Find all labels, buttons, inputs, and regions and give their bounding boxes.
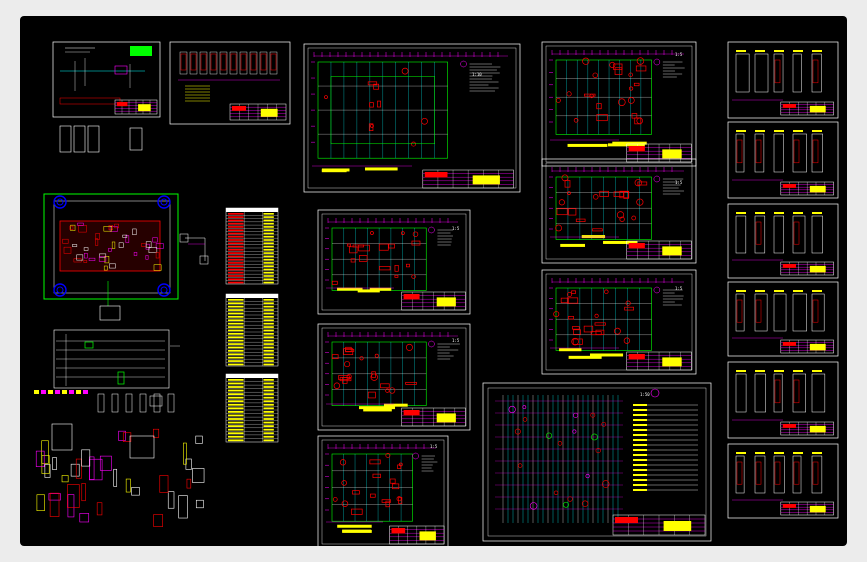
scale-label-s_col1: 1:5: [675, 52, 683, 57]
table-parts-1[interactable]: [225, 207, 279, 285]
sheet-col-2[interactable]: [541, 158, 697, 264]
sheet-center-mid2[interactable]: [317, 323, 471, 431]
scale-label-s_col2: 1:5: [675, 180, 683, 185]
scale-label-s_big: 1:50: [640, 392, 650, 397]
scale-label-s_mid1: 1:5: [452, 226, 460, 231]
sheet-big-assembly[interactable]: [482, 382, 712, 542]
scale-label-s_mid3: 1:5: [430, 444, 438, 449]
sheet-part-5[interactable]: [727, 361, 839, 439]
table-parts-3[interactable]: [225, 373, 279, 443]
sheet-col-3[interactable]: [541, 269, 697, 375]
cad-model-space[interactable]: 1:10 1:5 1:5 1:5 1:5 1:5 1:5 1:50: [20, 16, 847, 546]
sheet-part-2[interactable]: [727, 121, 839, 199]
sheet-part-3[interactable]: [727, 203, 839, 279]
sheet-schematic[interactable]: [53, 329, 180, 389]
sheet-parts-row[interactable]: [169, 41, 291, 125]
drawing-layer[interactable]: 1:10 1:5 1:5 1:5 1:5 1:5 1:5 1:50: [20, 16, 847, 546]
sheet-mold-assembly[interactable]: [43, 193, 209, 321]
sheet-part-1[interactable]: [727, 41, 839, 119]
sheet-top-left[interactable]: [52, 41, 161, 153]
sheet-part-4[interactable]: [727, 281, 839, 357]
sheet-col-1[interactable]: [541, 41, 697, 167]
sheet-center-top[interactable]: [303, 43, 521, 193]
sheet-center-mid3[interactable]: [317, 435, 449, 546]
scale-label-s_main_plate: 1:10: [472, 72, 482, 77]
scale-label-s_mid2: 1:5: [452, 338, 460, 343]
scale-label-s_col3: 1:5: [675, 286, 683, 291]
sheet-part-6[interactable]: [727, 443, 839, 519]
table-parts-2[interactable]: [225, 293, 279, 367]
sheet-center-mid1[interactable]: [317, 209, 471, 315]
parts-scatter[interactable]: [34, 390, 205, 527]
